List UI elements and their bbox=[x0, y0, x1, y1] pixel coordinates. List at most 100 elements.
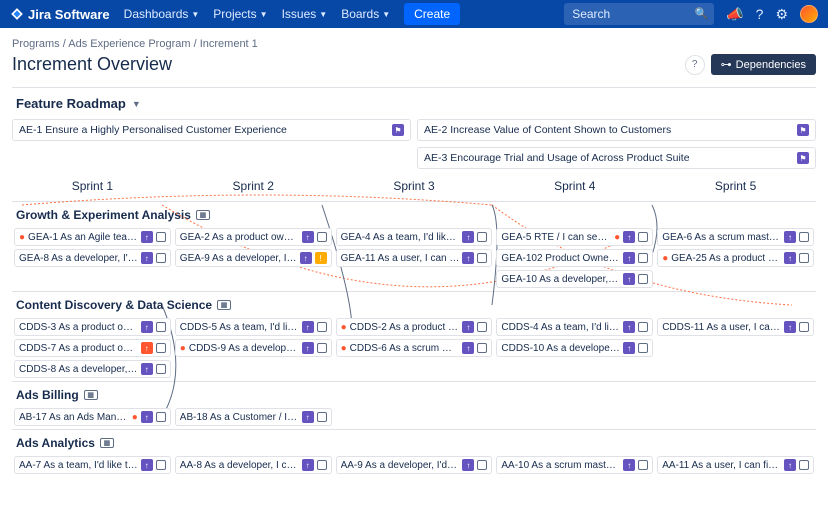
main-nav: Dashboards▼ Projects▼ Issues▼ Boards▼ bbox=[124, 7, 390, 21]
swimlane-ab: Ads Billing▦ AB-17 As an Ads Manager / I… bbox=[12, 381, 816, 429]
priority-icon: ↑ bbox=[141, 411, 153, 423]
swimlane-header[interactable]: Ads Billing▦ bbox=[12, 382, 816, 408]
feedback-icon[interactable]: 📣 bbox=[726, 6, 743, 23]
page-title: Increment Overview bbox=[12, 54, 172, 75]
issue-card[interactable]: GEA-5 RTE / I can see dependenc…●↑ bbox=[496, 228, 653, 246]
priority-icon: ↑ bbox=[141, 363, 153, 375]
checkbox-icon bbox=[638, 460, 648, 470]
issue-card[interactable]: GEA-2 As a product owner, I'd lik…↑ bbox=[175, 228, 332, 246]
search-icon: 🔍 bbox=[695, 7, 709, 20]
settings-icon[interactable]: ⚙ bbox=[775, 6, 788, 23]
priority-icon: ↑ bbox=[623, 231, 635, 243]
priority-icon: ↑ bbox=[141, 321, 153, 333]
issue-card[interactable]: GEA-102 Product Owner / drag a…↑ bbox=[496, 249, 653, 267]
checkbox-icon bbox=[156, 412, 166, 422]
issue-card[interactable]: GEA-10 As a developer, I can upd…↑ bbox=[496, 270, 653, 288]
issue-card[interactable]: CDDS-3 As a product owner, I'd li…↑ bbox=[14, 318, 171, 336]
feature-card[interactable]: AE-1 Ensure a Highly Personalised Custom… bbox=[12, 119, 411, 141]
priority-icon: ↑ bbox=[462, 459, 474, 471]
checkbox-icon bbox=[477, 460, 487, 470]
feature-card[interactable]: AE-3 Encourage Trial and Usage of Across… bbox=[417, 147, 816, 169]
warning-icon: ● bbox=[180, 343, 186, 354]
nav-projects[interactable]: Projects▼ bbox=[213, 7, 267, 21]
priority-icon: ↑ bbox=[300, 252, 312, 264]
nav-dashboards[interactable]: Dashboards▼ bbox=[124, 7, 200, 21]
checkbox-icon bbox=[799, 232, 809, 242]
issue-card[interactable]: AA-11 As a user, I can find import…↑ bbox=[657, 456, 814, 474]
issue-card[interactable]: GEA-4 As a team, I'd like to estim…↑ bbox=[336, 228, 493, 246]
chevron-down-icon: ▼ bbox=[382, 10, 390, 19]
sprint-col: Sprint 5 bbox=[655, 175, 816, 197]
issue-card[interactable]: AB-17 As an Ads Manager / I only …●↑ bbox=[14, 408, 171, 426]
swimlane-header[interactable]: Ads Analytics▦ bbox=[12, 430, 816, 456]
sprint-header-row: Sprint 1 Sprint 2 Sprint 3 Sprint 4 Spri… bbox=[12, 175, 816, 197]
priority-icon: ↑ bbox=[302, 342, 314, 354]
dependencies-button[interactable]: ⊶ Dependencies bbox=[711, 54, 816, 75]
feature-card[interactable]: AE-2 Increase Value of Content Shown to … bbox=[417, 119, 816, 141]
crumb-increment[interactable]: Increment 1 bbox=[200, 38, 258, 50]
board: Sprint 1 Sprint 2 Sprint 3 Sprint 4 Spri… bbox=[12, 175, 816, 477]
issue-card[interactable]: AB-18 As a Customer / I want to v…↑ bbox=[175, 408, 332, 426]
swimlane-header[interactable]: Content Discovery & Data Science▦ bbox=[12, 292, 816, 318]
checkbox-icon bbox=[638, 343, 648, 353]
nav-issues[interactable]: Issues▼ bbox=[282, 7, 328, 21]
issue-card[interactable]: ●GEA-1 As an Agile team, I'd like to…↑ bbox=[14, 228, 171, 246]
product-logo[interactable]: Jira Software bbox=[10, 7, 110, 22]
checkbox-icon bbox=[317, 232, 327, 242]
issue-card[interactable]: GEA-9 As a developer, I can upda…↑! bbox=[175, 249, 332, 267]
crumb-program[interactable]: Ads Experience Program bbox=[68, 38, 190, 50]
chevron-down-icon: ▼ bbox=[191, 10, 199, 19]
issue-card[interactable]: GEA-6 As a scrum master, I'd like …↑ bbox=[657, 228, 814, 246]
board-icon: ▦ bbox=[217, 300, 231, 310]
issue-card[interactable]: GEA-11 As a user, I can find impor…↑ bbox=[336, 249, 493, 267]
priority-icon: ↑ bbox=[302, 231, 314, 243]
avatar[interactable] bbox=[800, 5, 818, 23]
feature-roadmap-header[interactable]: Feature Roadmap ▼ bbox=[12, 87, 816, 119]
swimlane-gea: Growth & Experiment Analysis▦ ●GEA-1 As … bbox=[12, 201, 816, 291]
issue-card[interactable]: CDDS-8 As a developer, I'd like to…↑ bbox=[14, 360, 171, 378]
priority-icon: ↑ bbox=[302, 411, 314, 423]
warning-icon: ! bbox=[315, 252, 327, 264]
priority-major-icon: ↑ bbox=[141, 342, 153, 354]
issue-card[interactable]: ●CDDS-2 As a product owner, I'd li…↑ bbox=[336, 318, 493, 336]
create-button[interactable]: Create bbox=[404, 3, 460, 25]
issue-card[interactable]: AA-9 As a developer, I'd like to u…↑ bbox=[336, 456, 493, 474]
checkbox-icon bbox=[638, 253, 648, 263]
issue-card[interactable]: ●CDDS-6 As a scrum master, I'd lik…↑ bbox=[336, 339, 493, 357]
chevron-down-icon: ▼ bbox=[319, 10, 327, 19]
priority-icon: ↑ bbox=[623, 273, 635, 285]
sprint-col: Sprint 4 bbox=[494, 175, 655, 197]
checkbox-icon bbox=[477, 322, 487, 332]
topbar: Jira Software Dashboards▼ Projects▼ Issu… bbox=[0, 0, 828, 28]
issue-card[interactable]: CDDS-10 As a developer, I can up…↑ bbox=[496, 339, 653, 357]
issue-card[interactable]: ●GEA-25 As a product owner I can …↑ bbox=[657, 249, 814, 267]
board-icon: ▦ bbox=[84, 390, 98, 400]
issue-card[interactable]: ●CDDS-9 As a developer, I can up…↑ bbox=[175, 339, 332, 357]
issue-card[interactable]: AA-10 As a scrum master, I'd like …↑ bbox=[496, 456, 653, 474]
issue-card[interactable]: CDDS-7 As a product owner, I'd li…↑ bbox=[14, 339, 171, 357]
priority-icon: ↑ bbox=[623, 321, 635, 333]
search-input[interactable] bbox=[564, 3, 714, 25]
epic-icon: ⚑ bbox=[797, 152, 809, 164]
issue-card[interactable]: CDDS-11 As a user, I can find imp…↑ bbox=[657, 318, 814, 336]
nav-boards[interactable]: Boards▼ bbox=[341, 7, 390, 21]
checkbox-icon bbox=[156, 460, 166, 470]
checkbox-icon bbox=[638, 322, 648, 332]
priority-icon: ↑ bbox=[784, 231, 796, 243]
issue-card[interactable]: CDDS-5 As a team, I'd like to com…↑ bbox=[175, 318, 332, 336]
breadcrumb: Programs / Ads Experience Program / Incr… bbox=[12, 38, 816, 50]
search-wrap: 🔍 bbox=[564, 3, 714, 25]
help-button[interactable]: ? bbox=[685, 55, 705, 75]
issue-card[interactable]: AA-7 As a team, I'd like to commit…↑ bbox=[14, 456, 171, 474]
epic-icon: ⚑ bbox=[392, 124, 404, 136]
priority-icon: ↑ bbox=[302, 459, 314, 471]
issue-card[interactable]: GEA-8 As a developer, I'd like to u…↑ bbox=[14, 249, 171, 267]
issue-card[interactable]: CDDS-4 As a team, I'd like to esti…↑ bbox=[496, 318, 653, 336]
product-name: Jira Software bbox=[28, 7, 110, 22]
issue-card[interactable]: AA-8 As a developer, I can updat…↑ bbox=[175, 456, 332, 474]
crumb-programs[interactable]: Programs bbox=[12, 38, 60, 50]
checkbox-icon bbox=[638, 274, 648, 284]
sprint-col: Sprint 1 bbox=[12, 175, 173, 197]
swimlane-header[interactable]: Growth & Experiment Analysis▦ bbox=[12, 202, 816, 228]
help-icon[interactable]: ? bbox=[756, 6, 764, 22]
